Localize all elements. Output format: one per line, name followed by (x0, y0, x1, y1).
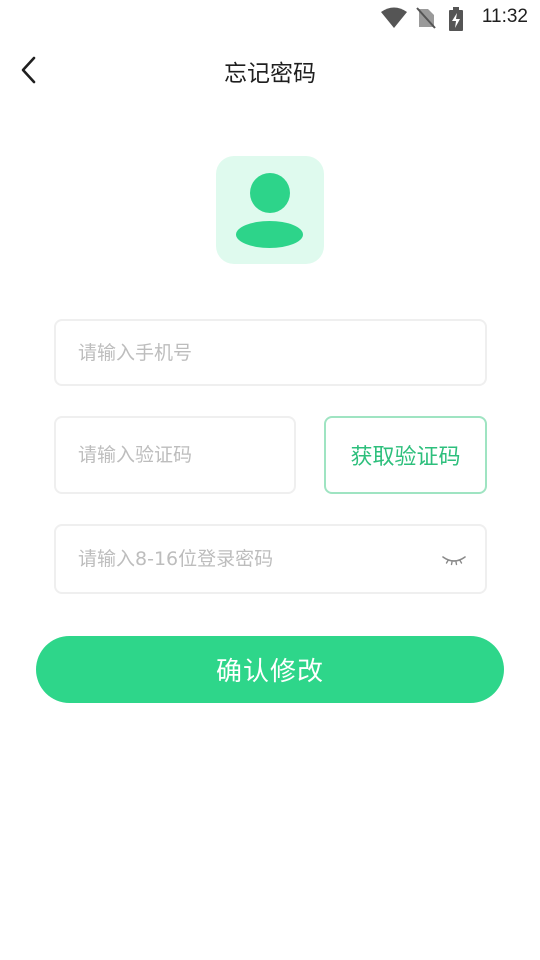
avatar-body (236, 221, 303, 248)
password-input[interactable] (78, 526, 447, 592)
phone-input[interactable] (78, 321, 447, 384)
avatar-head (250, 173, 290, 213)
user-avatar-icon (216, 156, 324, 264)
verification-code-field (54, 416, 296, 494)
get-code-button[interactable]: 获取验证码 (324, 416, 487, 494)
password-field (54, 524, 487, 594)
nav-bar: 忘记密码 (0, 40, 540, 100)
status-bar: 11:32 (0, 0, 540, 36)
phone-field (54, 319, 487, 386)
no-sim-icon (416, 7, 436, 29)
verification-code-input[interactable] (78, 418, 256, 492)
status-time: 11:32 (481, 6, 528, 27)
eye-closed-icon[interactable] (441, 550, 467, 570)
get-code-label: 获取验证码 (350, 445, 461, 470)
page-title: 忘记密码 (224, 61, 316, 87)
battery-charging-icon (449, 7, 463, 31)
confirm-label: 确认修改 (215, 657, 324, 687)
wifi-icon (381, 7, 407, 28)
confirm-button[interactable]: 确认修改 (36, 636, 504, 703)
forgot-password-screen: 11:32 忘记密码 获取验证码 确认修改 (0, 0, 540, 960)
